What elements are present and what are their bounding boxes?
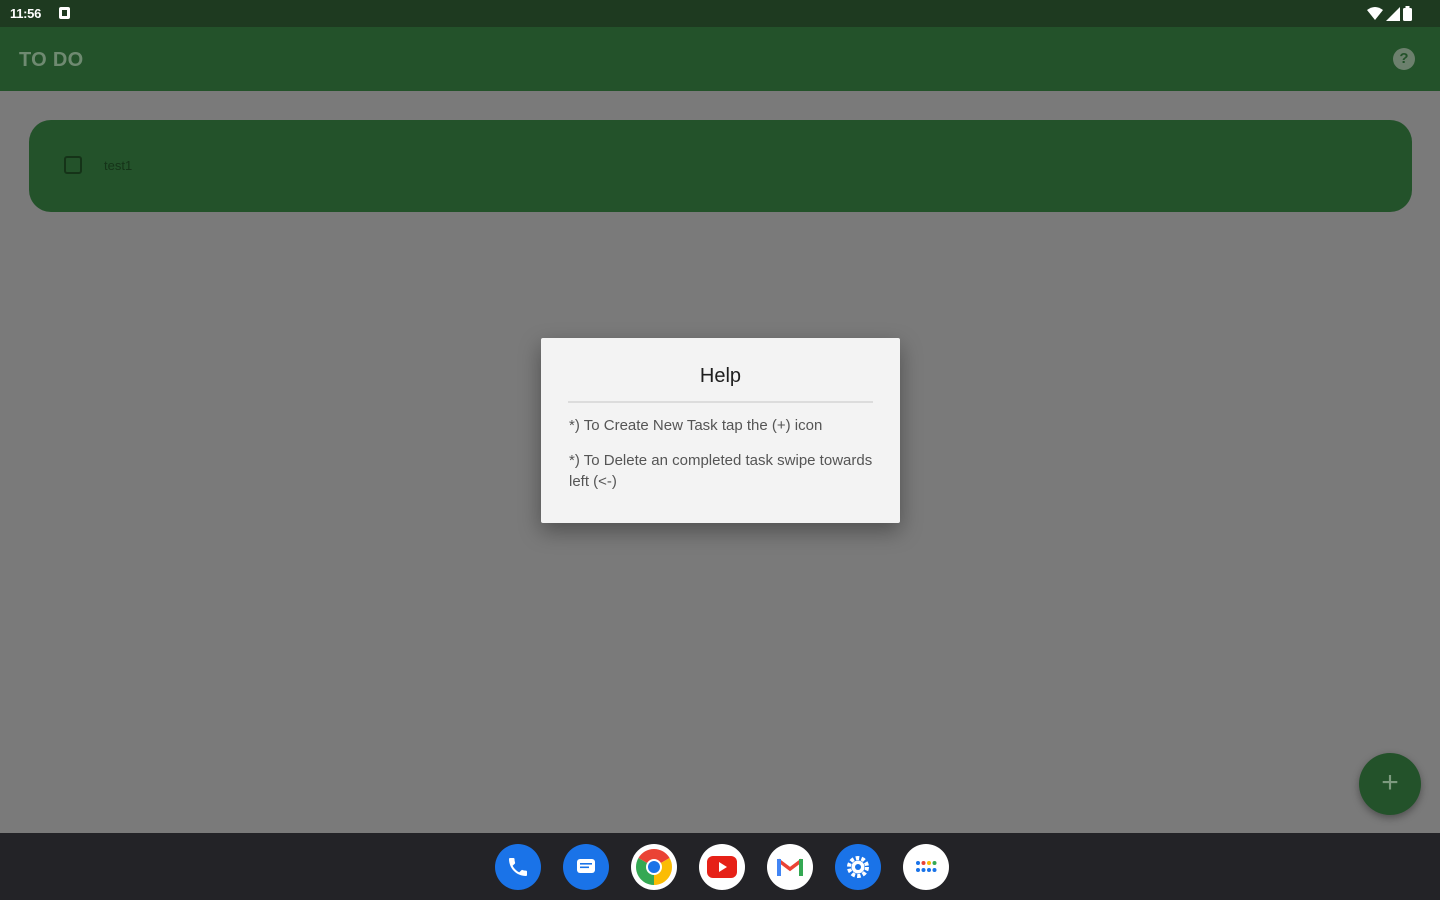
help-text-delete: *) To Delete an completed task swipe tow…	[569, 452, 873, 490]
messages-icon[interactable]	[563, 844, 609, 890]
status-bar: 11:56	[0, 0, 1440, 27]
task-label: test1	[104, 158, 133, 173]
chrome-icon[interactable]	[631, 844, 677, 890]
status-icons	[1367, 6, 1412, 21]
task-card[interactable]: test1	[29, 120, 1412, 212]
youtube-icon[interactable]	[699, 844, 745, 890]
screen: 11:56 TO DO ? test1 Help *) To Create Ne…	[0, 0, 1440, 900]
signal-icon	[1386, 6, 1400, 21]
add-task-button[interactable]: +	[1359, 753, 1421, 815]
help-icon[interactable]: ?	[1393, 48, 1415, 70]
dialog-title: Help	[699, 365, 742, 387]
nav-bar	[0, 833, 1440, 900]
phone-icon[interactable]	[495, 844, 541, 890]
wifi-icon	[1367, 6, 1383, 20]
settings-icon[interactable]	[835, 844, 881, 890]
dialog-divider	[568, 401, 873, 403]
help-dialog: Help *) To Create New Task tap the (+) i…	[541, 338, 900, 523]
task-checkbox[interactable]	[64, 156, 82, 174]
battery-icon	[1403, 6, 1412, 21]
app-dock	[495, 844, 949, 890]
help-text-create: *) To Create New Task tap the (+) icon	[569, 417, 823, 434]
app-title: TO DO	[19, 49, 84, 71]
app-drawer-icon[interactable]	[903, 844, 949, 890]
app-bar: TO DO ?	[0, 27, 1440, 91]
gmail-icon[interactable]	[767, 844, 813, 890]
status-time: 11:56	[10, 6, 42, 21]
notification-icon	[59, 7, 70, 19]
